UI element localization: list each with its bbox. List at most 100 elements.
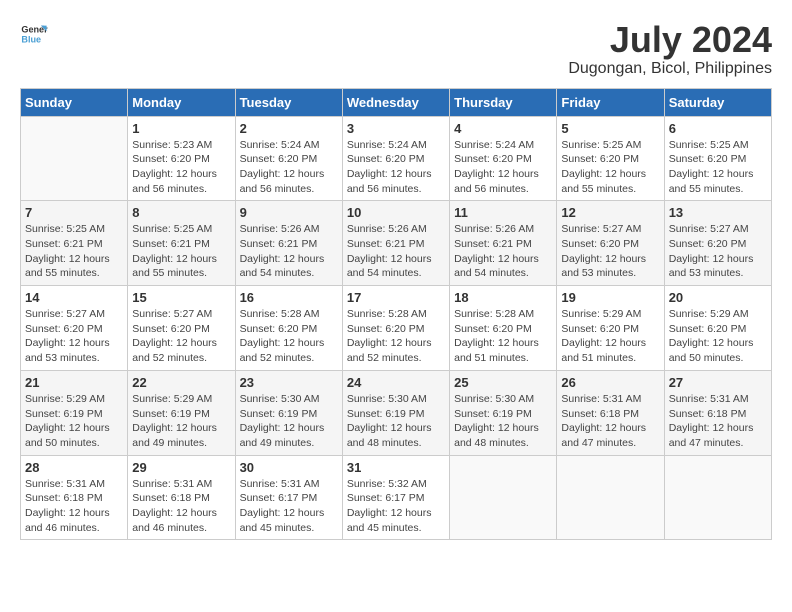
day-info: Sunrise: 5:26 AMSunset: 6:21 PMDaylight:… — [240, 222, 338, 281]
day-info: Sunrise: 5:26 AMSunset: 6:21 PMDaylight:… — [347, 222, 445, 281]
day-number: 8 — [132, 205, 230, 220]
day-info: Sunrise: 5:26 AMSunset: 6:21 PMDaylight:… — [454, 222, 552, 281]
day-cell: 31 Sunrise: 5:32 AMSunset: 6:17 PMDayligh… — [342, 455, 449, 540]
day-info: Sunrise: 5:30 AMSunset: 6:19 PMDaylight:… — [454, 392, 552, 451]
day-cell: 26Sunrise: 5:31 AMSunset: 6:18 PMDayligh… — [557, 370, 664, 455]
day-cell: 28 Sunrise: 5:31 AMSunset: 6:18 PMDayligh… — [21, 455, 128, 540]
day-number: 16 — [240, 290, 338, 305]
day-number: 27 — [669, 375, 767, 390]
day-cell — [557, 455, 664, 540]
day-cell: 20 Sunrise: 5:29 AMSunset: 6:20 PMDayligh… — [664, 286, 771, 371]
day-cell: 14Sunrise: 5:27 AMSunset: 6:20 PMDayligh… — [21, 286, 128, 371]
day-number: 4 — [454, 121, 552, 136]
day-info: Sunrise: 5:24 AMSunset: 6:20 PMDaylight:… — [240, 138, 338, 197]
day-info: Sunrise: 5:31 AMSunset: 6:17 PMDaylight:… — [240, 477, 338, 536]
day-cell: 16 Sunrise: 5:28 AMSunset: 6:20 PMDayligh… — [235, 286, 342, 371]
header-cell-saturday: Saturday — [664, 88, 771, 116]
day-info: Sunrise: 5:32 AMSunset: 6:17 PMDaylight:… — [347, 477, 445, 536]
day-cell: 21 Sunrise: 5:29 AMSunset: 6:19 PMDayligh… — [21, 370, 128, 455]
day-info: Sunrise: 5:25 AMSunset: 6:21 PMDaylight:… — [132, 222, 230, 281]
day-info: Sunrise: 5:31 AMSunset: 6:18 PMDaylight:… — [561, 392, 659, 451]
day-number: 23 — [240, 375, 338, 390]
day-cell — [450, 455, 557, 540]
day-info: Sunrise: 5:30 AMSunset: 6:19 PMDaylight:… — [240, 392, 338, 451]
calendar-header: SundayMondayTuesdayWednesdayThursdayFrid… — [21, 88, 772, 116]
header-cell-wednesday: Wednesday — [342, 88, 449, 116]
day-number: 31 — [347, 460, 445, 475]
day-info: Sunrise: 5:28 AMSunset: 6:20 PMDaylight:… — [240, 307, 338, 366]
logo-icon: General Blue — [20, 20, 48, 48]
day-number: 18 — [454, 290, 552, 305]
header-row: SundayMondayTuesdayWednesdayThursdayFrid… — [21, 88, 772, 116]
day-info: Sunrise: 5:24 AMSunset: 6:20 PMDaylight:… — [454, 138, 552, 197]
header-cell-monday: Monday — [128, 88, 235, 116]
week-row-1: 1 Sunrise: 5:23 AMSunset: 6:20 PMDaylight… — [21, 116, 772, 201]
day-cell: 1 Sunrise: 5:23 AMSunset: 6:20 PMDaylight… — [128, 116, 235, 201]
week-row-4: 21 Sunrise: 5:29 AMSunset: 6:19 PMDayligh… — [21, 370, 772, 455]
day-number: 9 — [240, 205, 338, 220]
day-cell: 5 Sunrise: 5:25 AMSunset: 6:20 PMDaylight… — [557, 116, 664, 201]
header-cell-sunday: Sunday — [21, 88, 128, 116]
day-info: Sunrise: 5:27 AMSunset: 6:20 PMDaylight:… — [561, 222, 659, 281]
day-number: 10 — [347, 205, 445, 220]
day-info: Sunrise: 5:31 AMSunset: 6:18 PMDaylight:… — [25, 477, 123, 536]
day-cell: 10 Sunrise: 5:26 AMSunset: 6:21 PMDayligh… — [342, 201, 449, 286]
calendar-body: 1 Sunrise: 5:23 AMSunset: 6:20 PMDaylight… — [21, 116, 772, 540]
page-header: General Blue July 2024 Dugongan, Bicol, … — [20, 20, 772, 78]
day-cell: 25 Sunrise: 5:30 AMSunset: 6:19 PMDayligh… — [450, 370, 557, 455]
day-number: 20 — [669, 290, 767, 305]
day-cell: 13Sunrise: 5:27 AMSunset: 6:20 PMDayligh… — [664, 201, 771, 286]
day-cell: 30 Sunrise: 5:31 AMSunset: 6:17 PMDayligh… — [235, 455, 342, 540]
day-number: 30 — [240, 460, 338, 475]
day-number: 12 — [561, 205, 659, 220]
day-info: Sunrise: 5:25 AMSunset: 6:21 PMDaylight:… — [25, 222, 123, 281]
day-cell: 7 Sunrise: 5:25 AMSunset: 6:21 PMDaylight… — [21, 201, 128, 286]
day-cell: 3 Sunrise: 5:24 AMSunset: 6:20 PMDaylight… — [342, 116, 449, 201]
day-info: Sunrise: 5:29 AMSunset: 6:20 PMDaylight:… — [561, 307, 659, 366]
day-cell: 24Sunrise: 5:30 AMSunset: 6:19 PMDayligh… — [342, 370, 449, 455]
day-info: Sunrise: 5:24 AMSunset: 6:20 PMDaylight:… — [347, 138, 445, 197]
day-cell: 6 Sunrise: 5:25 AMSunset: 6:20 PMDaylight… — [664, 116, 771, 201]
week-row-3: 14Sunrise: 5:27 AMSunset: 6:20 PMDayligh… — [21, 286, 772, 371]
day-info: Sunrise: 5:27 AMSunset: 6:20 PMDaylight:… — [132, 307, 230, 366]
day-info: Sunrise: 5:25 AMSunset: 6:20 PMDaylight:… — [561, 138, 659, 197]
day-info: Sunrise: 5:23 AMSunset: 6:20 PMDaylight:… — [132, 138, 230, 197]
day-cell: 29 Sunrise: 5:31 AMSunset: 6:18 PMDayligh… — [128, 455, 235, 540]
day-cell: 12 Sunrise: 5:27 AMSunset: 6:20 PMDayligh… — [557, 201, 664, 286]
day-number: 1 — [132, 121, 230, 136]
title-area: July 2024 Dugongan, Bicol, Philippines — [568, 20, 772, 78]
calendar-table: SundayMondayTuesdayWednesdayThursdayFrid… — [20, 88, 772, 541]
day-cell: 23 Sunrise: 5:30 AMSunset: 6:19 PMDayligh… — [235, 370, 342, 455]
day-cell: 18Sunrise: 5:28 AMSunset: 6:20 PMDayligh… — [450, 286, 557, 371]
day-info: Sunrise: 5:28 AMSunset: 6:20 PMDaylight:… — [347, 307, 445, 366]
day-info: Sunrise: 5:25 AMSunset: 6:20 PMDaylight:… — [669, 138, 767, 197]
day-number: 17 — [347, 290, 445, 305]
day-number: 3 — [347, 121, 445, 136]
day-number: 7 — [25, 205, 123, 220]
week-row-5: 28 Sunrise: 5:31 AMSunset: 6:18 PMDayligh… — [21, 455, 772, 540]
header-cell-tuesday: Tuesday — [235, 88, 342, 116]
day-number: 29 — [132, 460, 230, 475]
day-number: 6 — [669, 121, 767, 136]
day-number: 19 — [561, 290, 659, 305]
header-cell-friday: Friday — [557, 88, 664, 116]
day-number: 25 — [454, 375, 552, 390]
day-number: 28 — [25, 460, 123, 475]
day-cell: 27Sunrise: 5:31 AMSunset: 6:18 PMDayligh… — [664, 370, 771, 455]
day-info: Sunrise: 5:27 AMSunset: 6:20 PMDaylight:… — [669, 222, 767, 281]
day-info: Sunrise: 5:29 AMSunset: 6:19 PMDaylight:… — [25, 392, 123, 451]
day-info: Sunrise: 5:30 AMSunset: 6:19 PMDaylight:… — [347, 392, 445, 451]
day-cell — [21, 116, 128, 201]
day-cell: 4 Sunrise: 5:24 AMSunset: 6:20 PMDaylight… — [450, 116, 557, 201]
day-info: Sunrise: 5:31 AMSunset: 6:18 PMDaylight:… — [132, 477, 230, 536]
day-number: 11 — [454, 205, 552, 220]
day-cell: 8 Sunrise: 5:25 AMSunset: 6:21 PMDaylight… — [128, 201, 235, 286]
day-number: 5 — [561, 121, 659, 136]
day-number: 21 — [25, 375, 123, 390]
day-info: Sunrise: 5:29 AMSunset: 6:20 PMDaylight:… — [669, 307, 767, 366]
day-cell — [664, 455, 771, 540]
day-cell: 22Sunrise: 5:29 AMSunset: 6:19 PMDayligh… — [128, 370, 235, 455]
header-cell-thursday: Thursday — [450, 88, 557, 116]
day-cell: 2Sunrise: 5:24 AMSunset: 6:20 PMDaylight… — [235, 116, 342, 201]
week-row-2: 7 Sunrise: 5:25 AMSunset: 6:21 PMDaylight… — [21, 201, 772, 286]
